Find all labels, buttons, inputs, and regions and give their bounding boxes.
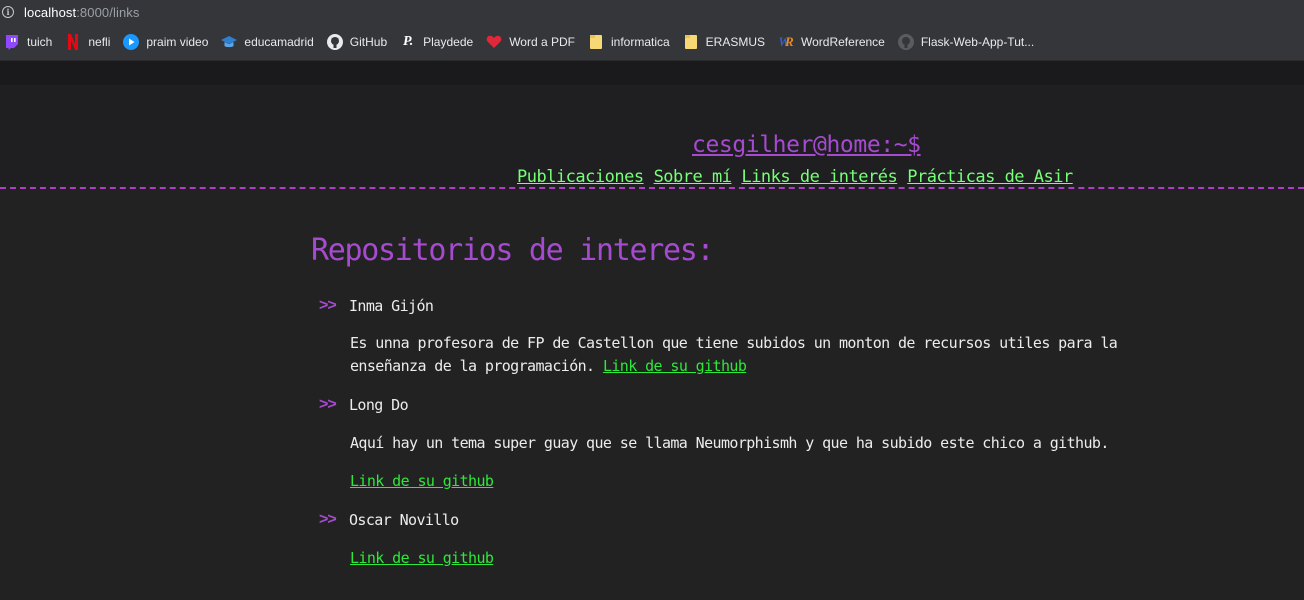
educamadrid-icon bbox=[221, 34, 238, 50]
url-path: :8000/links bbox=[76, 4, 140, 20]
bookmark-word-a-pdf[interactable]: Word a PDF bbox=[482, 28, 581, 56]
bookmark-educamadrid[interactable]: educamadrid bbox=[217, 28, 319, 56]
bookmark-label: informatica bbox=[610, 35, 670, 49]
nav-link-practicas-de-asir[interactable]: Prácticas de Asir bbox=[907, 167, 1073, 187]
netflix-icon bbox=[65, 34, 81, 50]
bookmark-label: Playdede bbox=[423, 35, 474, 49]
github-link[interactable]: Link de su github bbox=[603, 357, 747, 375]
bookmark-label: WordReference bbox=[801, 35, 885, 49]
item-name: Long Do bbox=[349, 396, 409, 414]
github-icon bbox=[897, 34, 914, 50]
bullet-marker: >> bbox=[319, 511, 337, 528]
bookmark-tuich[interactable]: tuich bbox=[0, 28, 58, 56]
section-title: Repositorios de interes: bbox=[311, 233, 715, 268]
main-content: Repositorios de interes: >> Inma Gijón E… bbox=[0, 189, 1304, 600]
bookmark-informatica[interactable]: informatica bbox=[584, 28, 676, 56]
bookmark-flask-web-app[interactable]: Flask-Web-App-Tut... bbox=[894, 28, 1040, 56]
prime-video-icon bbox=[123, 34, 140, 50]
list-item-header: >> Inma Gijón bbox=[319, 297, 434, 315]
bookmark-label: tuich bbox=[27, 35, 53, 49]
site-header: cesgilher@home:~$ Publicaciones Sobre mí… bbox=[0, 85, 1304, 189]
bullet-marker: >> bbox=[319, 396, 337, 413]
description-line: enseñanza de la programación. Link de su… bbox=[350, 355, 1117, 378]
description-line: Es unna profesora de FP de Castellon que… bbox=[350, 334, 1118, 352]
url-text[interactable]: localhost:8000/links bbox=[24, 5, 139, 20]
bookmark-label: GitHub bbox=[349, 35, 388, 49]
bookmark-label: praim video bbox=[146, 35, 209, 49]
github-link[interactable]: Link de su github bbox=[350, 472, 494, 490]
bookmark-github[interactable]: GitHub bbox=[323, 28, 393, 56]
bookmark-label: ERASMUS bbox=[705, 35, 766, 49]
wordreference-icon: WR bbox=[778, 34, 794, 49]
url-host: localhost bbox=[24, 4, 77, 20]
twitch-icon bbox=[4, 34, 20, 50]
bookmark-nefli[interactable]: nefli bbox=[61, 28, 116, 56]
item-name: Inma Gijón bbox=[349, 297, 434, 315]
site-title-link[interactable]: cesgilher@home:~$ bbox=[692, 132, 921, 158]
bookmark-label: Word a PDF bbox=[509, 35, 575, 49]
nav-link-sobre-mi[interactable]: Sobre mí bbox=[654, 167, 732, 187]
item-description: Es unna profesora de FP de Castellon que… bbox=[350, 332, 1118, 378]
bookmark-wordreference[interactable]: WR WordReference bbox=[774, 28, 891, 56]
nav-link-publicaciones[interactable]: Publicaciones bbox=[517, 167, 644, 187]
page-viewport: cesgilher@home:~$ Publicaciones Sobre mí… bbox=[0, 61, 1304, 600]
description-text: enseñanza de la programación. bbox=[350, 357, 595, 375]
item-name: Oscar Novillo bbox=[349, 511, 459, 529]
info-icon[interactable]: i bbox=[2, 6, 14, 18]
list-item-header: >> Long Do bbox=[319, 396, 409, 414]
github-icon bbox=[326, 34, 343, 50]
bookmark-erasmus[interactable]: ERASMUS bbox=[679, 28, 771, 56]
address-bar[interactable]: i localhost:8000/links bbox=[0, 0, 1304, 24]
nav-link-links-de-interes[interactable]: Links de interés bbox=[741, 167, 897, 187]
bullet-marker: >> bbox=[319, 297, 337, 314]
playdede-icon: P. bbox=[403, 34, 414, 49]
bookmark-praim-video[interactable]: praim video bbox=[119, 28, 214, 56]
bookmark-playdede[interactable]: P. Playdede bbox=[396, 28, 479, 56]
bookmark-label: educamadrid bbox=[244, 35, 314, 49]
folder-icon bbox=[588, 34, 604, 50]
bookmark-label: Flask-Web-App-Tut... bbox=[920, 35, 1035, 49]
heart-icon bbox=[486, 34, 502, 50]
folder-icon bbox=[683, 34, 699, 50]
list-item-header: >> Oscar Novillo bbox=[319, 511, 459, 529]
item-description: Aquí hay un tema super guay que se llama… bbox=[350, 434, 1109, 452]
item-link-row: Link de su github bbox=[350, 470, 494, 493]
main-nav: Publicaciones Sobre mí Links de interés … bbox=[517, 167, 1083, 187]
github-link[interactable]: Link de su github bbox=[350, 549, 494, 567]
item-link-row: Link de su github bbox=[350, 547, 494, 570]
bookmarks-bar: tuich nefli praim video educamadrid GitH… bbox=[0, 24, 1304, 61]
bookmark-label: nefli bbox=[88, 35, 111, 49]
